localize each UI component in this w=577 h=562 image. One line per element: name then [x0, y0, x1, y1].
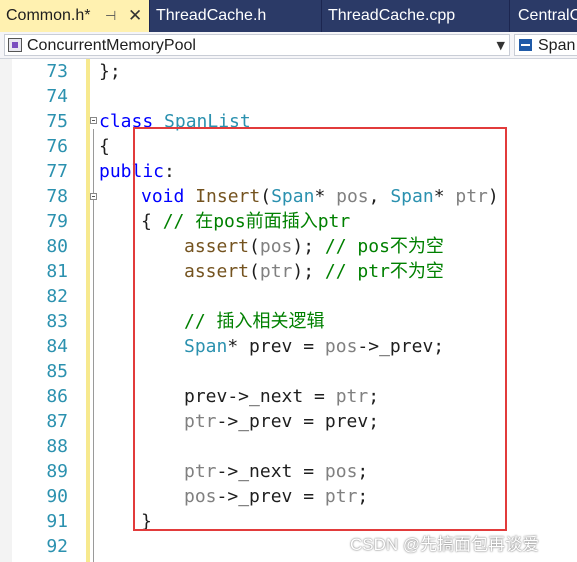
code-line: 75 class SpanList: [0, 109, 577, 134]
watermark: CSDN @先搞面包再谈爱: [350, 535, 540, 554]
line-number: 75: [46, 111, 68, 132]
line-number: 78: [46, 186, 68, 207]
line-number: 84: [46, 336, 68, 357]
tab-common-h[interactable]: Common.h* ⊣ ✕: [0, 0, 150, 32]
code-line: 90 pos->_prev = ptr;: [0, 484, 577, 509]
pin-icon[interactable]: ⊣: [105, 0, 116, 32]
code-line: 77 public:: [0, 159, 577, 184]
code-text: // 插入相关逻辑: [184, 311, 325, 332]
line-number: 80: [46, 236, 68, 257]
line-number: 90: [46, 486, 68, 507]
line-number: 79: [46, 211, 68, 232]
project-dropdown[interactable]: ConcurrentMemoryPool ▼: [4, 34, 510, 56]
chevron-down-icon[interactable]: ▼: [497, 35, 505, 56]
line-number: 76: [46, 136, 68, 157]
line-number: 81: [46, 261, 68, 282]
tab-threadcache-cpp[interactable]: ThreadCache.cpp: [322, 0, 510, 32]
line-number: 83: [46, 311, 68, 332]
code-text: public:: [99, 161, 175, 182]
tab-label: ThreadCache.h: [156, 7, 267, 24]
code-line: 73 };: [0, 59, 577, 84]
line-number: 87: [46, 411, 68, 432]
code-text: }: [141, 511, 152, 532]
tab-label: ThreadCache.cpp: [328, 7, 456, 24]
tab-threadcache-h[interactable]: ThreadCache.h: [150, 0, 322, 32]
code-line: 83 // 插入相关逻辑: [0, 309, 577, 334]
line-number: 88: [46, 436, 68, 457]
line-number: 86: [46, 386, 68, 407]
code-line: 84 Span* prev = pos->_prev;: [0, 334, 577, 359]
close-icon[interactable]: ✕: [128, 0, 142, 32]
code-line: 88: [0, 434, 577, 459]
line-number: 82: [46, 286, 68, 307]
line-number: 74: [46, 86, 68, 107]
code-text: {: [99, 136, 110, 157]
code-line: 86 prev->_next = ptr;: [0, 384, 577, 409]
code-text: assert(ptr); // ptr不为空: [184, 261, 444, 282]
scope-label: Span: [538, 37, 576, 54]
tab-label: CentralC: [518, 7, 577, 24]
code-line: 74: [0, 84, 577, 109]
line-number: 89: [46, 461, 68, 482]
code-text: pos->_prev = ptr;: [184, 486, 369, 507]
code-line: 81 assert(ptr); // ptr不为空: [0, 259, 577, 284]
line-number: 91: [46, 511, 68, 532]
code-line: 80 assert(pos); // pos不为空: [0, 234, 577, 259]
code-text: { // 在pos前面插入ptr: [141, 211, 351, 232]
code-text: };: [99, 61, 121, 82]
code-text: ptr->_prev = prev;: [184, 411, 380, 432]
code-line: 76 {: [0, 134, 577, 159]
code-text: prev->_next = ptr;: [184, 386, 380, 407]
line-number: 77: [46, 161, 68, 182]
tab-centralcache[interactable]: CentralC: [512, 0, 577, 32]
code-line: 89 ptr->_next = pos;: [0, 459, 577, 484]
class-icon: [519, 39, 532, 51]
scope-dropdown[interactable]: Span: [514, 34, 577, 56]
code-text: ptr->_next = pos;: [184, 461, 369, 482]
document-tab-strip: Common.h* ⊣ ✕ ThreadCache.h ThreadCache.…: [0, 0, 577, 32]
code-text: Span* prev = pos->_prev;: [184, 336, 445, 357]
code-line: 87 ptr->_prev = prev;: [0, 409, 577, 434]
code-line: 78 void Insert(Span* pos, Span* ptr): [0, 184, 577, 209]
code-editor[interactable]: 73 }; 74 75 class SpanList 76 { 77 publi…: [0, 59, 577, 562]
code-line: 79 { // 在pos前面插入ptr: [0, 209, 577, 234]
line-number: 73: [46, 61, 68, 82]
code-text: assert(pos); // pos不为空: [184, 236, 444, 257]
navigation-bar: ConcurrentMemoryPool ▼ Span: [0, 32, 577, 59]
tab-label: Common.h*: [6, 7, 91, 24]
code-line: 82: [0, 284, 577, 309]
line-number: 85: [46, 361, 68, 382]
code-text: void Insert(Span* pos, Span* ptr): [141, 186, 499, 207]
line-number: 92: [46, 536, 68, 557]
project-icon: [8, 38, 22, 52]
code-text: class SpanList: [99, 111, 251, 132]
code-line: 85: [0, 359, 577, 384]
project-label: ConcurrentMemoryPool: [27, 37, 196, 54]
